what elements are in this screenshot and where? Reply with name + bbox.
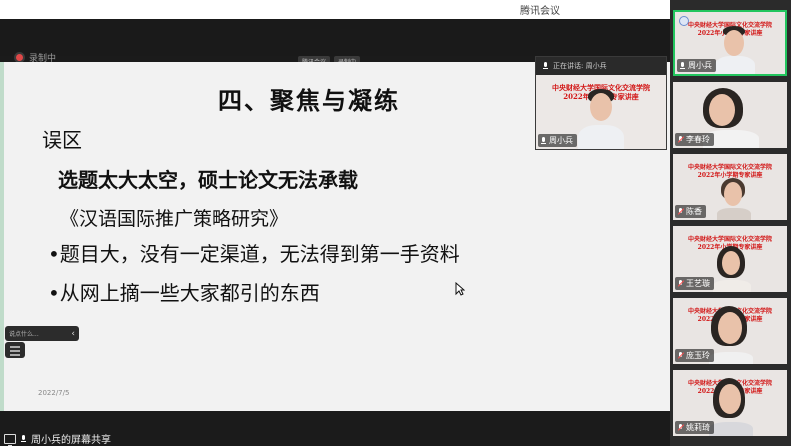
slide-line: •从网上摘一些大家都引的东西 [48, 281, 320, 305]
banner-line: 中央财经大学国际文化交流学院 [687, 236, 772, 243]
title-bar: 腾讯会议 [0, 0, 670, 19]
mouse-pointer-icon [455, 282, 465, 296]
participant-name-tag: 姚莉琦 [675, 421, 714, 434]
speaker-header: 正在讲话: 周小兵 [536, 57, 666, 75]
screen-share-bar: 周小兵的屏幕共享 [0, 429, 670, 446]
participant-name: 王艺璇 [686, 279, 710, 288]
participant-tile[interactable]: 中央财经大学国际文化交流学院 2022年小学期专家讲座 庞玉玲 [673, 298, 787, 364]
microphone-muted-icon [677, 135, 684, 144]
screen-share-label: 周小兵的屏幕共享 [31, 435, 111, 446]
chat-placeholder: 说点什么... [9, 331, 39, 338]
speaker-name-tag: 周小兵 [538, 134, 577, 147]
participant-name: 周小兵 [688, 61, 712, 70]
participant-tile[interactable]: 中央财经大学国际文化交流学院 2022年小学期专家讲座 周小兵 [673, 10, 787, 76]
header-strip [0, 19, 670, 56]
slide-line: 《汉语国际推广策略研究》 [60, 208, 289, 230]
microphone-muted-icon [677, 423, 684, 432]
participant-name: 陈香 [686, 207, 702, 216]
microphone-icon [540, 136, 547, 145]
participant-panel: 中央财经大学国际文化交流学院 2022年小学期专家讲座 周小兵 李春玲 中央财经… [670, 0, 791, 446]
microphone-muted-icon [677, 279, 684, 288]
slide-date: 2022/7/5 [38, 389, 70, 397]
slide-title: 四、聚焦与凝练 [218, 86, 400, 115]
participant-name-tag: 周小兵 [677, 59, 716, 72]
screen-share-indicator[interactable]: 周小兵的屏幕共享 [4, 431, 111, 446]
banner-line: 中央财经大学国际文化交流学院 [687, 164, 772, 171]
participant-name-tag: 庞玉玲 [675, 349, 714, 362]
microphone-muted-icon [677, 351, 684, 360]
slide-line: 选题太大太空，硕士论文无法承载 [58, 168, 358, 192]
participant-name-tag: 李春玲 [675, 133, 714, 146]
participant-name: 姚莉琦 [686, 423, 710, 432]
slide-edge [0, 62, 4, 411]
microphone-icon [679, 61, 686, 70]
chevron-left-icon[interactable]: ‹ [71, 329, 75, 339]
chat-toolbar[interactable]: 说点什么... ‹ [5, 326, 79, 341]
slide-line: 误区 [42, 128, 82, 152]
participant-tile[interactable]: 中央财经大学国际文化交流学院 2022年小学期专家讲座 王艺璇 [673, 226, 787, 292]
participant-name-tag: 陈香 [675, 205, 706, 218]
participant-tile[interactable]: 中央财经大学国际文化交流学院 2022年小学期专家讲座 姚莉琦 [673, 370, 787, 436]
speaker-video: 中央财经大学国际文化交流学院 2022年小学期专家讲座 周小兵 [536, 75, 666, 149]
participant-tile[interactable]: 中央财经大学国际文化交流学院 2022年小学期专家讲座 陈香 [673, 154, 787, 220]
record-dot-icon [16, 54, 23, 61]
participant-name-tag: 王艺璇 [675, 277, 714, 290]
active-speaker-window[interactable]: 正在讲话: 周小兵 中央财经大学国际文化交流学院 2022年小学期专家讲座 周小… [535, 56, 667, 150]
participant-name: 庞玉玲 [686, 351, 710, 360]
list-icon[interactable] [5, 342, 25, 358]
microphone-icon [20, 434, 27, 443]
microphone-icon [542, 62, 549, 70]
participant-name: 李春玲 [686, 135, 710, 144]
microphone-muted-icon [677, 207, 684, 216]
speaker-name: 周小兵 [549, 136, 573, 145]
app-title: 腾讯会议 [520, 6, 560, 17]
slide-line: •题目大，没有一定渠道，无法得到第一手资料 [48, 242, 460, 266]
participant-tile[interactable]: 李春玲 [673, 82, 787, 148]
speaking-label: 正在讲话: 周小兵 [553, 62, 607, 70]
screen-share-icon [4, 433, 16, 446]
